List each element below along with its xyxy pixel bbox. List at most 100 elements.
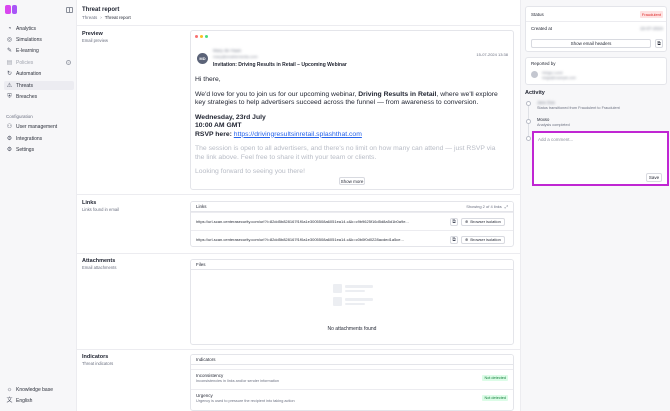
activity-text: Status transitioned from Fraudulent to F… [537,106,620,110]
created-value: 15-07-2024 [639,26,663,31]
sidebar-item-user-management[interactable]: ⚇ User management [4,122,74,131]
email-subject: Invitation: Driving Results in Retail – … [213,62,347,68]
link-url[interactable]: https://url-scan.centerasecurity.com/url… [196,237,450,242]
sidebar-item-analytics[interactable]: ◔ Analytics [4,24,74,33]
browser-isolation-button[interactable]: ⊕ Browser isolation [461,217,505,226]
browser-isolation-button[interactable]: ⊕ Browser isolation [461,235,505,244]
timeline-dot-icon [526,136,531,141]
globe-icon: ⊕ [465,219,469,224]
status-card: Status Fraudulent Created at 15-07-2024 … [525,6,667,52]
reported-by-label: Reported by [531,61,556,66]
config-section-label: Configuration [6,114,33,119]
brand-logo[interactable] [5,5,17,14]
indicator-title: Urgency [196,393,213,398]
copy-icon[interactable]: ⧉ [655,39,663,48]
gear-icon: ⚙ [6,146,13,153]
attachments-section-title: Attachments [82,258,116,264]
header-divider [77,25,520,26]
links-section-subtitle: Links found in email [82,207,120,212]
attachments-section-subtitle: Email attachments [82,265,117,270]
sender-avatar: MD [197,53,208,64]
email-greeting: Hi there, [195,76,221,83]
user-icon: ⚇ [6,123,13,130]
activity-title: Activity [525,90,545,96]
link-url[interactable]: https://url-scan.centerasecurity.com/url… [196,219,450,224]
email-paragraph-1: We'd love for you to join us for our upc… [195,90,498,107]
copy-icon[interactable]: ⧉ [450,235,458,244]
policies-icon: ▤ [6,59,13,66]
avatar [531,71,538,78]
sender-email: mary@enablemedia.com [213,54,258,59]
reporter-name: Helga Lund [542,70,563,75]
sidebar-item-integrations[interactable]: ⚙ Integrations [4,134,74,143]
status-badge[interactable]: Fraudulent [639,11,663,18]
activity-author: Moxso [537,117,550,122]
status-row: Status Fraudulent [531,10,663,19]
sidebar-item-threats[interactable]: ⚠ Threats [4,81,74,90]
email-paragraph-2: The session is open to all advertisers, … [195,145,496,161]
sidebar-item-breaches[interactable]: ⛨ Breaches [4,92,74,101]
comment-input[interactable] [538,137,662,165]
analytics-icon: ◔ [7,25,12,32]
indicators-card-header: Indicators [191,355,513,365]
add-policy-icon[interactable]: + [66,60,71,65]
automation-icon: ↻ [6,70,13,77]
rsvp-link[interactable]: https://drivingresultsinretail.splashtha… [234,131,362,138]
sidebar-item-settings[interactable]: ⚙ Settings [4,145,74,154]
window-dots [195,35,208,38]
translate-icon: 文 [6,397,13,404]
activity-author: Jane Doe [537,100,555,105]
lightbulb-icon: ☼ [6,386,13,393]
expand-icon[interactable]: ⤢ [505,204,508,209]
section-divider [77,194,520,195]
indicator-description: Urgency is used to pressure the recipien… [196,399,295,403]
link-row: https://url-scan.centerasecurity.com/url… [191,212,513,230]
link-row: https://url-scan.centerasecurity.com/url… [191,230,513,246]
sidebar-item-language[interactable]: 文 English [4,396,74,405]
created-row: Created at 15-07-2024 [531,24,663,33]
breadcrumb-threats[interactable]: Threats [82,15,97,20]
integrations-icon: ⚙ [6,135,13,142]
section-divider [77,253,520,254]
links-card-header: Links Showing 2 of 4 links ⤢ [191,202,513,212]
sidebar: ◔ Analytics ◎ Simulations ✎ E-learning ▤… [0,0,77,411]
save-button[interactable]: Save [646,173,662,182]
breadcrumb: Threats › Threat report [82,15,131,20]
indicator-row: Inconsistency Inconsistencies in links a… [191,369,513,388]
sidebar-item-automation[interactable]: ↻ Automation [4,69,74,78]
breadcrumb-current: Threat report [104,15,131,20]
empty-files-illustration [329,282,377,314]
show-email-headers-button[interactable]: Show email headers [531,39,651,48]
threats-icon: ⚠ [6,82,13,89]
timeline-dot-icon [526,119,531,124]
email-date: 15-07-2024 13:38 [476,52,508,57]
show-more-button[interactable]: Show more [339,177,365,185]
status-badge: Not detected [482,375,508,381]
breadcrumb-separator: › [100,15,102,20]
files-card-header: Files [191,260,513,270]
indicators-section-subtitle: Threat indicators [82,361,114,366]
created-label: Created at [531,26,553,31]
indicators-card: Indicators Inconsistency Inconsistencies… [190,354,514,411]
indicator-title: Inconsistency [196,373,224,378]
copy-icon[interactable]: ⧉ [450,217,458,226]
email-body: Hi there, We'd love for you to join us f… [195,76,505,183]
sidebar-item-policies[interactable]: ▤ Policies + [4,58,74,67]
preview-section-subtitle: Email preview [82,38,109,43]
links-section-title: Links [82,200,97,206]
sidebar-item-elearning[interactable]: ✎ E-learning [4,46,74,55]
sidebar-toggle-icon[interactable] [66,7,73,13]
email-preview-card: MD Mary de Haan mary@enablemedia.com 15-… [190,30,514,190]
dot-yellow-icon [200,35,203,38]
sender-name: Mary de Haan [213,48,242,53]
email-paragraph-3: Looking forward to seeing you there! [195,168,305,175]
simulations-icon: ◎ [6,36,13,43]
sidebar-item-simulations[interactable]: ◎ Simulations [4,35,74,44]
links-card: Links Showing 2 of 4 links ⤢ https://url-… [190,201,514,247]
reported-by-card: Reported by Helga Lund helga@example.com [525,57,667,85]
status-label: Status [531,12,544,17]
sidebar-item-knowledge-base[interactable]: ☼ Knowledge base [4,385,74,394]
timeline-dot-icon [526,101,531,106]
globe-icon: ⊕ [465,237,469,242]
details-panel: Status Fraudulent Created at 15-07-2024 … [520,0,670,411]
